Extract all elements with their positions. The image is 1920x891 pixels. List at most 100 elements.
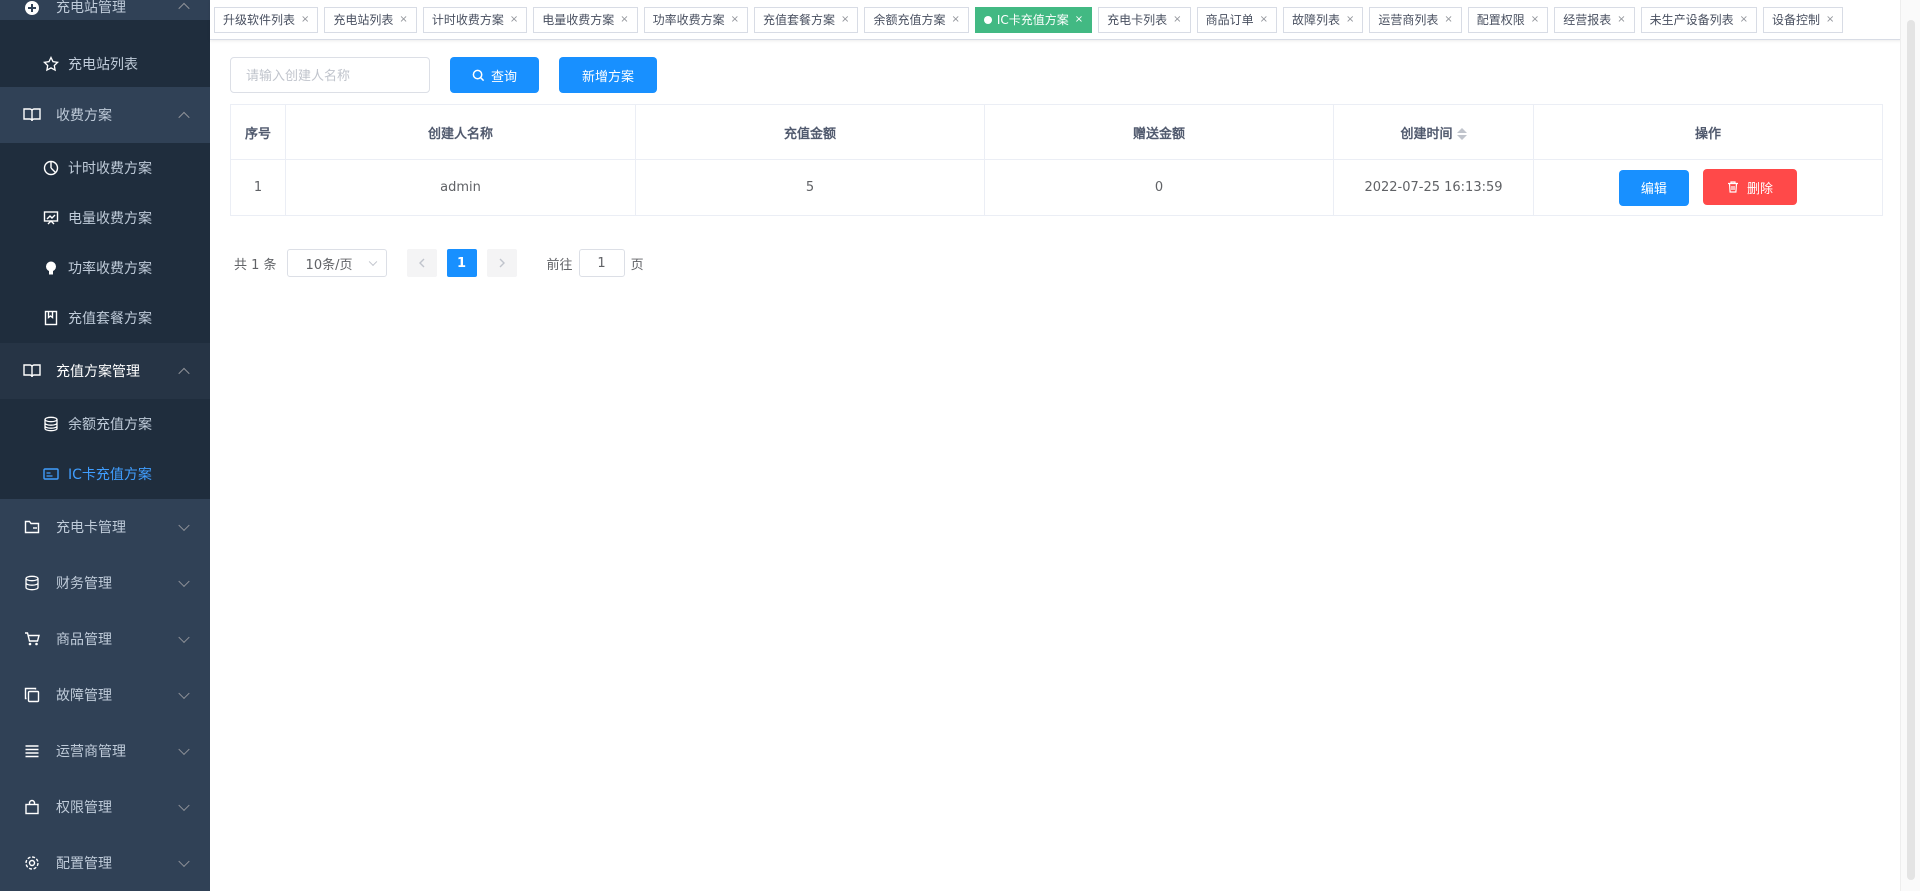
sidebar-item-time-fee[interactable]: 计时收费方案 [0, 143, 210, 193]
menu-label: 配置管理 [56, 856, 112, 872]
column-header-creator: 创建人名称 [285, 104, 636, 160]
tag-label: 功率收费方案 [652, 12, 725, 27]
chevron-down-icon [178, 799, 190, 812]
table-row: 1 admin 5 0 2022-07-25 16:13:59 编辑 删除 [230, 159, 1883, 216]
page-size-select[interactable]: 10条/页 [286, 249, 387, 277]
sidebar-item-power-fee[interactable]: 电量收费方案 [0, 193, 210, 243]
close-icon[interactable]: × [1740, 8, 1748, 32]
menu-label: 故障管理 [56, 688, 112, 704]
tag-balance-recharge[interactable]: 余额充值方案 × [864, 6, 969, 33]
next-page-button[interactable] [486, 249, 517, 277]
tag-business-report[interactable]: 经营报表 × [1554, 6, 1635, 33]
goto-suffix: 页 [630, 257, 644, 273]
query-button[interactable]: 查询 [450, 57, 539, 93]
tag-unproduced-devices[interactable]: 未生产设备列表 × [1640, 6, 1757, 33]
delete-button[interactable]: 删除 [1703, 169, 1798, 206]
sidebar-item-label: 充值套餐方案 [68, 311, 152, 327]
close-icon[interactable]: × [620, 8, 628, 32]
tag-fault-list[interactable]: 故障列表 × [1282, 6, 1364, 33]
coins-icon [42, 415, 60, 433]
menu-operator[interactable]: 运营商管理 [0, 723, 210, 779]
sidebar-item-station-list[interactable]: 充电站列表 [0, 20, 210, 87]
page-number-active[interactable]: 1 [446, 249, 477, 277]
chevron-down-icon [178, 519, 190, 532]
chevron-up-icon [178, 367, 190, 380]
tag-station-list[interactable]: 充电站列表 × [324, 6, 417, 33]
menu-label: 充电卡管理 [56, 520, 126, 536]
close-icon[interactable]: × [1531, 8, 1539, 32]
close-icon[interactable]: × [731, 8, 739, 32]
sidebar-item-balance-recharge[interactable]: 余额充值方案 [0, 399, 210, 449]
tag-time-fee[interactable]: 计时收费方案 × [422, 6, 528, 33]
tag-label: 故障列表 [1291, 12, 1340, 27]
search-input[interactable] [230, 57, 430, 93]
page-scrollbar[interactable] [1900, 0, 1920, 891]
menu-config[interactable]: 配置管理 [0, 835, 210, 891]
menu-fault[interactable]: 故障管理 [0, 667, 210, 723]
card-icon [42, 465, 60, 483]
search-icon [472, 69, 485, 81]
sort-icon[interactable] [1456, 128, 1467, 140]
column-header-label: 创建时间 [1400, 126, 1453, 142]
menu-recharge-plan[interactable]: 充值方案管理 [0, 343, 210, 399]
menu-goods[interactable]: 商品管理 [0, 611, 210, 667]
add-plan-button[interactable]: 新增方案 [559, 57, 657, 93]
tag-wattage-fee[interactable]: 功率收费方案 × [643, 6, 749, 33]
menu-label: 财务管理 [56, 576, 112, 592]
query-label: 查询 [490, 69, 517, 85]
chevron-up-icon [178, 111, 190, 124]
goto-page-input[interactable] [578, 249, 625, 277]
pagination: 共 1 条 10条/页 1 前往 页 [234, 249, 644, 277]
chevron-down-icon [178, 631, 190, 644]
close-icon[interactable]: × [841, 8, 849, 32]
plus-circle-icon [22, 0, 42, 18]
column-header-amount: 充值金额 [635, 104, 985, 160]
close-icon[interactable]: × [1075, 8, 1083, 32]
bag-icon [22, 797, 42, 817]
sidebar: 充电站管理 充电站列表 收费方案 计时收费方案 电量收费方案 功率收费方案 充值… [0, 0, 210, 891]
cell-amount: 5 [635, 159, 985, 216]
close-icon[interactable]: × [301, 8, 309, 32]
menu-label: 商品管理 [56, 632, 112, 648]
tag-power-fee[interactable]: 电量收费方案 × [533, 6, 638, 33]
tag-config-permission[interactable]: 配置权限 × [1467, 6, 1549, 33]
tag-card-list[interactable]: 充电卡列表 × [1098, 6, 1191, 33]
tag-label: 余额充值方案 [873, 12, 946, 27]
tag-ic-recharge[interactable]: IC卡充值方案 × [974, 6, 1093, 33]
menu-permission[interactable]: 权限管理 [0, 779, 210, 835]
tag-upgrade-software[interactable]: 升级软件列表 × [214, 6, 319, 33]
close-icon[interactable]: × [510, 8, 518, 32]
column-header-created[interactable]: 创建时间 [1333, 104, 1534, 160]
close-icon[interactable]: × [1346, 8, 1354, 32]
close-icon[interactable]: × [1826, 8, 1834, 32]
tag-label: 充电卡列表 [1107, 12, 1168, 27]
cell-index: 1 [230, 159, 286, 216]
close-icon[interactable]: × [1173, 8, 1181, 32]
close-icon[interactable]: × [1444, 8, 1452, 32]
bookmark-icon [42, 309, 60, 327]
sidebar-item-ic-recharge[interactable]: IC卡充值方案 [0, 449, 210, 499]
close-icon[interactable]: × [951, 8, 959, 32]
prev-page-button[interactable] [406, 249, 437, 277]
toolbar: 查询 新增方案 [230, 57, 657, 93]
menu-finance[interactable]: 财务管理 [0, 555, 210, 611]
close-icon[interactable]: × [1617, 8, 1625, 32]
menu-fee-plan[interactable]: 收费方案 [0, 87, 210, 143]
menu-label: 充电站管理 [56, 0, 126, 16]
sidebar-item-label: IC卡充值方案 [68, 467, 152, 483]
tag-package-fee[interactable]: 充值套餐方案 × [754, 6, 859, 33]
menu-charge-card[interactable]: 充电卡管理 [0, 499, 210, 555]
edit-button[interactable]: 编辑 [1618, 169, 1689, 206]
menu-charging-station[interactable]: 充电站管理 [0, 0, 210, 20]
sidebar-item-package-fee[interactable]: 充值套餐方案 [0, 293, 210, 343]
tag-operator-list[interactable]: 运营商列表 × [1369, 6, 1462, 33]
tag-goods-order[interactable]: 商品订单 × [1196, 6, 1277, 33]
tag-device-control[interactable]: 设备控制 × [1763, 6, 1844, 33]
scrollbar-thumb[interactable] [1907, 20, 1915, 880]
sidebar-item-wattage-fee[interactable]: 功率收费方案 [0, 243, 210, 293]
pagination-total: 共 1 条 [234, 257, 277, 273]
close-icon[interactable]: × [1260, 8, 1268, 32]
database-icon [22, 573, 42, 593]
close-icon[interactable]: × [399, 8, 407, 32]
sidebar-item-label: 计时收费方案 [68, 161, 152, 177]
